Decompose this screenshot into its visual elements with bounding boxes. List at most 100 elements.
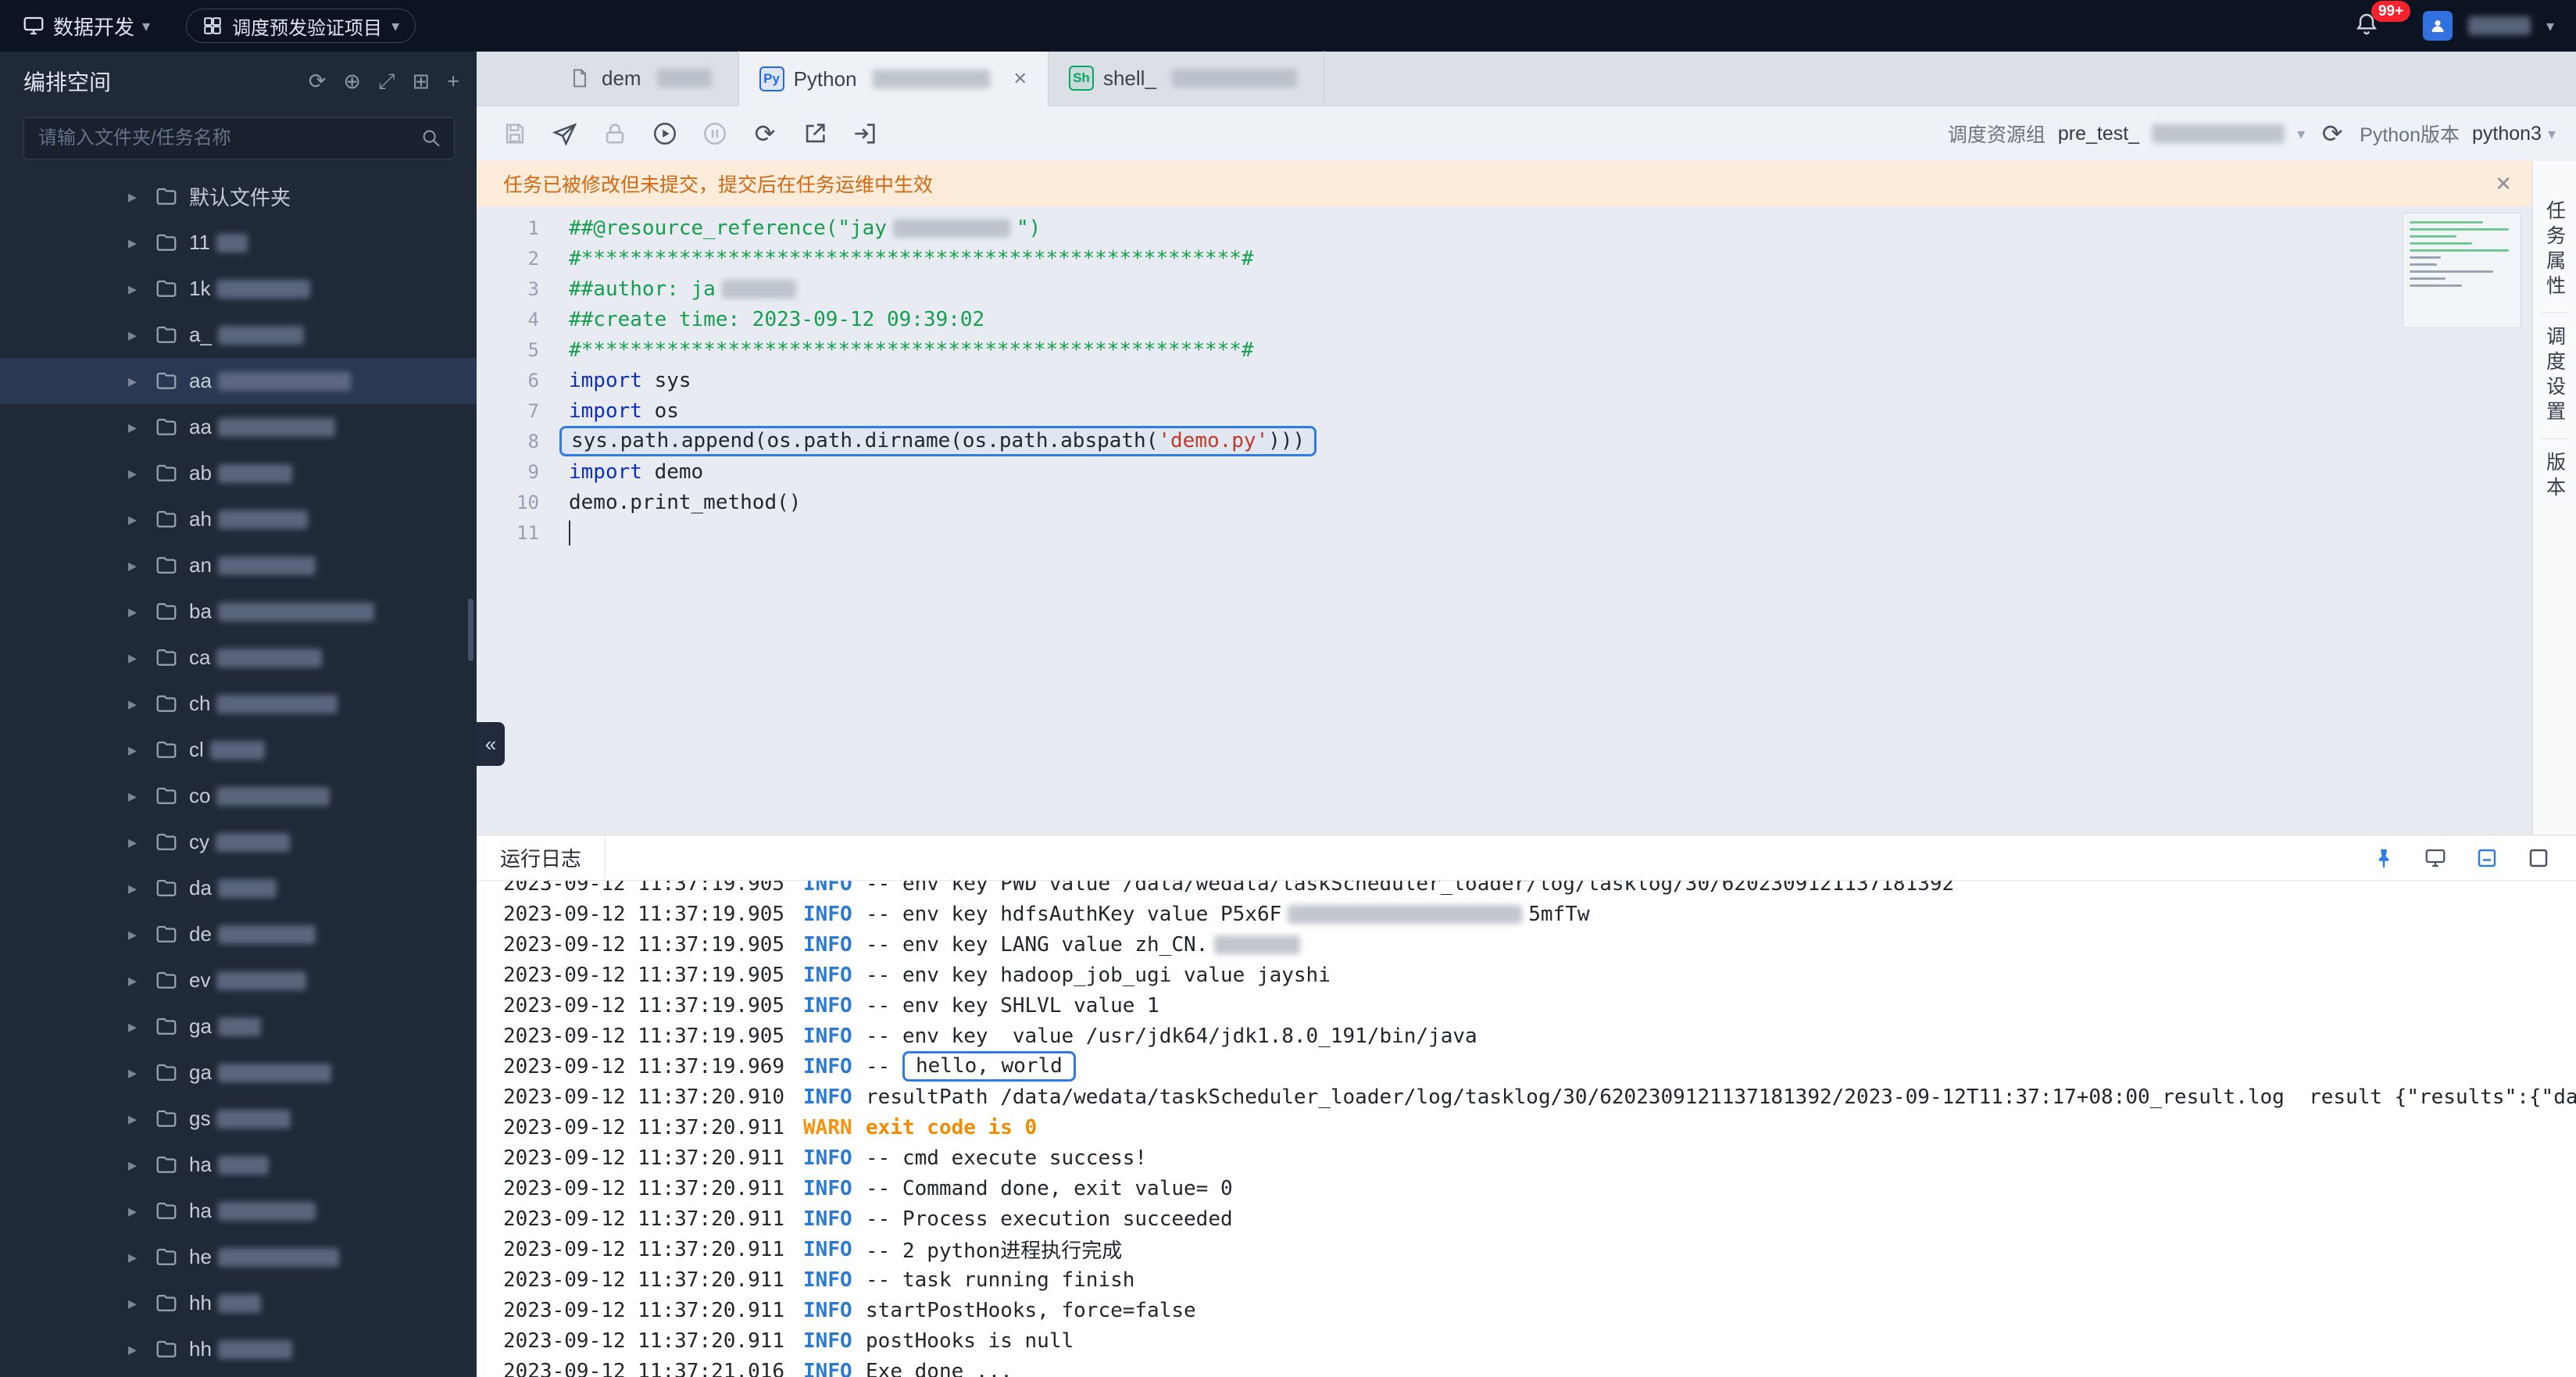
close-tab-icon[interactable]: ✕ xyxy=(1013,69,1027,89)
expand-caret-icon[interactable]: ▸ xyxy=(128,648,155,668)
rail-tab-调度设置[interactable]: 调度设置 xyxy=(2540,313,2569,438)
notifications-button[interactable]: 99+ xyxy=(2354,0,2411,41)
expand-caret-icon[interactable]: ▸ xyxy=(128,694,155,714)
minimap[interactable] xyxy=(2403,213,2521,328)
submit-icon[interactable] xyxy=(550,119,580,148)
tree-item[interactable]: ▸ cl xyxy=(0,727,477,773)
open-window-icon[interactable] xyxy=(2421,844,2449,872)
refresh-resource-icon[interactable]: ⟳ xyxy=(2317,119,2347,148)
expand-caret-icon[interactable]: ▸ xyxy=(128,417,155,438)
editor-tab-dem[interactable]: dem xyxy=(547,51,739,106)
collapse-panel-icon[interactable] xyxy=(2473,844,2501,872)
advanced-run-icon[interactable]: ⟳ xyxy=(750,119,780,148)
expand-icon[interactable]: ⤢ xyxy=(378,70,395,92)
refresh-icon[interactable]: ⟳ xyxy=(309,70,327,92)
log-line: 2023-09-12 11:37:20.911 INFO -- 2 python进程… xyxy=(503,1237,1123,1264)
tree-item[interactable]: ▸ gs xyxy=(0,1096,477,1142)
sidebar-scrollbar[interactable] xyxy=(468,599,473,661)
tree-item[interactable]: ▸ de xyxy=(0,911,477,957)
log-output[interactable]: 2023-09-12 11:37:19.905 INFO -- env key PW… xyxy=(477,881,2576,1377)
expand-caret-icon[interactable]: ▸ xyxy=(128,1293,155,1314)
open-in-window-icon[interactable] xyxy=(800,119,830,148)
tree-item[interactable]: ▸ 默认文件夹 xyxy=(0,173,477,220)
expand-caret-icon[interactable]: ▸ xyxy=(128,325,155,345)
pin-icon[interactable] xyxy=(2370,844,2398,872)
highlighted-log-text: hello, world xyxy=(902,1051,1076,1082)
expand-caret-icon[interactable]: ▸ xyxy=(128,1339,155,1360)
save-icon[interactable] xyxy=(500,119,530,148)
scheduler-group-redacted xyxy=(2152,124,2285,143)
tree-item[interactable]: ▸ ah xyxy=(0,496,477,542)
tree-item[interactable]: ▸ ga xyxy=(0,1003,477,1050)
tree-item[interactable]: ▸ ev xyxy=(0,957,477,1003)
project-selector[interactable]: 调度预发验证项目 ▾ xyxy=(186,9,416,43)
tree-item[interactable]: ▸ da xyxy=(0,865,477,911)
lock-icon[interactable] xyxy=(600,119,630,148)
editor-tab-shell_[interactable]: Sh shell_ xyxy=(1049,51,1324,106)
tree-item[interactable]: ▸ cy xyxy=(0,819,477,865)
expand-caret-icon[interactable]: ▸ xyxy=(128,1109,155,1129)
expand-caret-icon[interactable]: ▸ xyxy=(128,1155,155,1175)
tree-item[interactable]: ▸ 1k xyxy=(0,266,477,312)
tree-item[interactable]: ▸ aa xyxy=(0,404,477,450)
add-icon[interactable]: + xyxy=(447,70,459,92)
locate-icon[interactable]: ⊕ xyxy=(343,70,361,92)
maximize-panel-icon[interactable] xyxy=(2524,844,2553,872)
tree-item[interactable]: ▸ hh xyxy=(0,1326,477,1372)
expand-caret-icon[interactable]: ▸ xyxy=(128,971,155,991)
tree-item[interactable]: ▸ ha xyxy=(0,1142,477,1188)
folder-tree[interactable]: ▸ 默认文件夹 ▸ 11 ▸ 1k ▸ a_ ▸ aa ▸ aa ▸ ab ▸ ah ▸ an ▸ ba ▸ ca ▸ ch ▸… xyxy=(0,170,477,1377)
search-input[interactable] xyxy=(23,117,455,159)
expand-caret-icon[interactable]: ▸ xyxy=(128,556,155,576)
run-icon[interactable] xyxy=(650,119,680,148)
close-banner-icon[interactable]: ✕ xyxy=(2495,172,2512,196)
expand-caret-icon[interactable]: ▸ xyxy=(128,1247,155,1268)
tree-item[interactable]: ▸ ab xyxy=(0,450,477,496)
user-menu[interactable]: ▾ xyxy=(2422,11,2554,41)
tree-item[interactable]: ▸ co xyxy=(0,773,477,819)
tree-item[interactable]: ▸ he xyxy=(0,1234,477,1280)
tree-item[interactable]: ▸ a_ xyxy=(0,312,477,358)
expand-caret-icon[interactable]: ▸ xyxy=(128,233,155,253)
redacted-text xyxy=(216,648,323,667)
tree-item[interactable]: ▸ ca xyxy=(0,635,477,681)
avatar xyxy=(2422,11,2453,41)
expand-caret-icon[interactable]: ▸ xyxy=(128,925,155,945)
nav-data-development[interactable]: 数据开发 ▾ xyxy=(22,12,150,41)
expand-caret-icon[interactable]: ▸ xyxy=(128,279,155,299)
tree-item[interactable]: ▸ ba xyxy=(0,588,477,635)
expand-caret-icon[interactable]: ▸ xyxy=(128,1201,155,1221)
tree-item[interactable]: ▸ ch xyxy=(0,681,477,727)
expand-caret-icon[interactable]: ▸ xyxy=(128,1017,155,1037)
tree-item[interactable]: ▸ 11 xyxy=(0,220,477,266)
expand-caret-icon[interactable]: ▸ xyxy=(128,463,155,484)
code-editor[interactable]: 1 ##@resource_reference("jay ") 2 #*********… xyxy=(477,206,2532,835)
tree-item[interactable]: ▸ hh xyxy=(0,1280,477,1326)
rail-tab-任务属性[interactable]: 任务属性 xyxy=(2541,188,2569,313)
folder-name: ga xyxy=(189,1014,212,1038)
log-line: 2023-09-12 11:37:20.911 INFO postHooks is … xyxy=(503,1329,1074,1353)
expand-caret-icon[interactable]: ▸ xyxy=(128,878,155,899)
expand-caret-icon[interactable]: ▸ xyxy=(128,832,155,853)
expand-caret-icon[interactable]: ▸ xyxy=(128,371,155,392)
tree-item[interactable]: ▸ ga xyxy=(0,1050,477,1096)
stop-icon[interactable] xyxy=(700,119,730,148)
expand-caret-icon[interactable]: ▸ xyxy=(128,786,155,807)
expand-caret-icon[interactable]: ▸ xyxy=(128,740,155,760)
expand-caret-icon[interactable]: ▸ xyxy=(128,510,155,530)
tree-item[interactable]: ▸ aa xyxy=(0,358,477,404)
expand-caret-icon[interactable]: ▸ xyxy=(128,187,155,207)
python-version-select[interactable]: python3 ▾ xyxy=(2472,123,2556,145)
editor-tab-Python[interactable]: Py Python ✕ xyxy=(738,52,1049,106)
new-folder-icon[interactable]: ⊞ xyxy=(413,70,431,92)
scheduler-group-select[interactable]: pre_test_ ▾ xyxy=(2058,123,2305,145)
rail-tab-版本[interactable]: 版本 xyxy=(2540,438,2569,514)
tab-run-log[interactable]: 运行日志 xyxy=(477,835,606,880)
tree-item[interactable]: ▸ an xyxy=(0,542,477,588)
expand-caret-icon[interactable]: ▸ xyxy=(128,602,155,622)
exit-icon[interactable] xyxy=(850,119,880,148)
search-icon[interactable] xyxy=(420,127,442,153)
expand-caret-icon[interactable]: ▸ xyxy=(128,1063,155,1083)
tree-item[interactable]: ▸ ha xyxy=(0,1188,477,1234)
collapse-sidebar-button[interactable]: « xyxy=(477,722,505,766)
